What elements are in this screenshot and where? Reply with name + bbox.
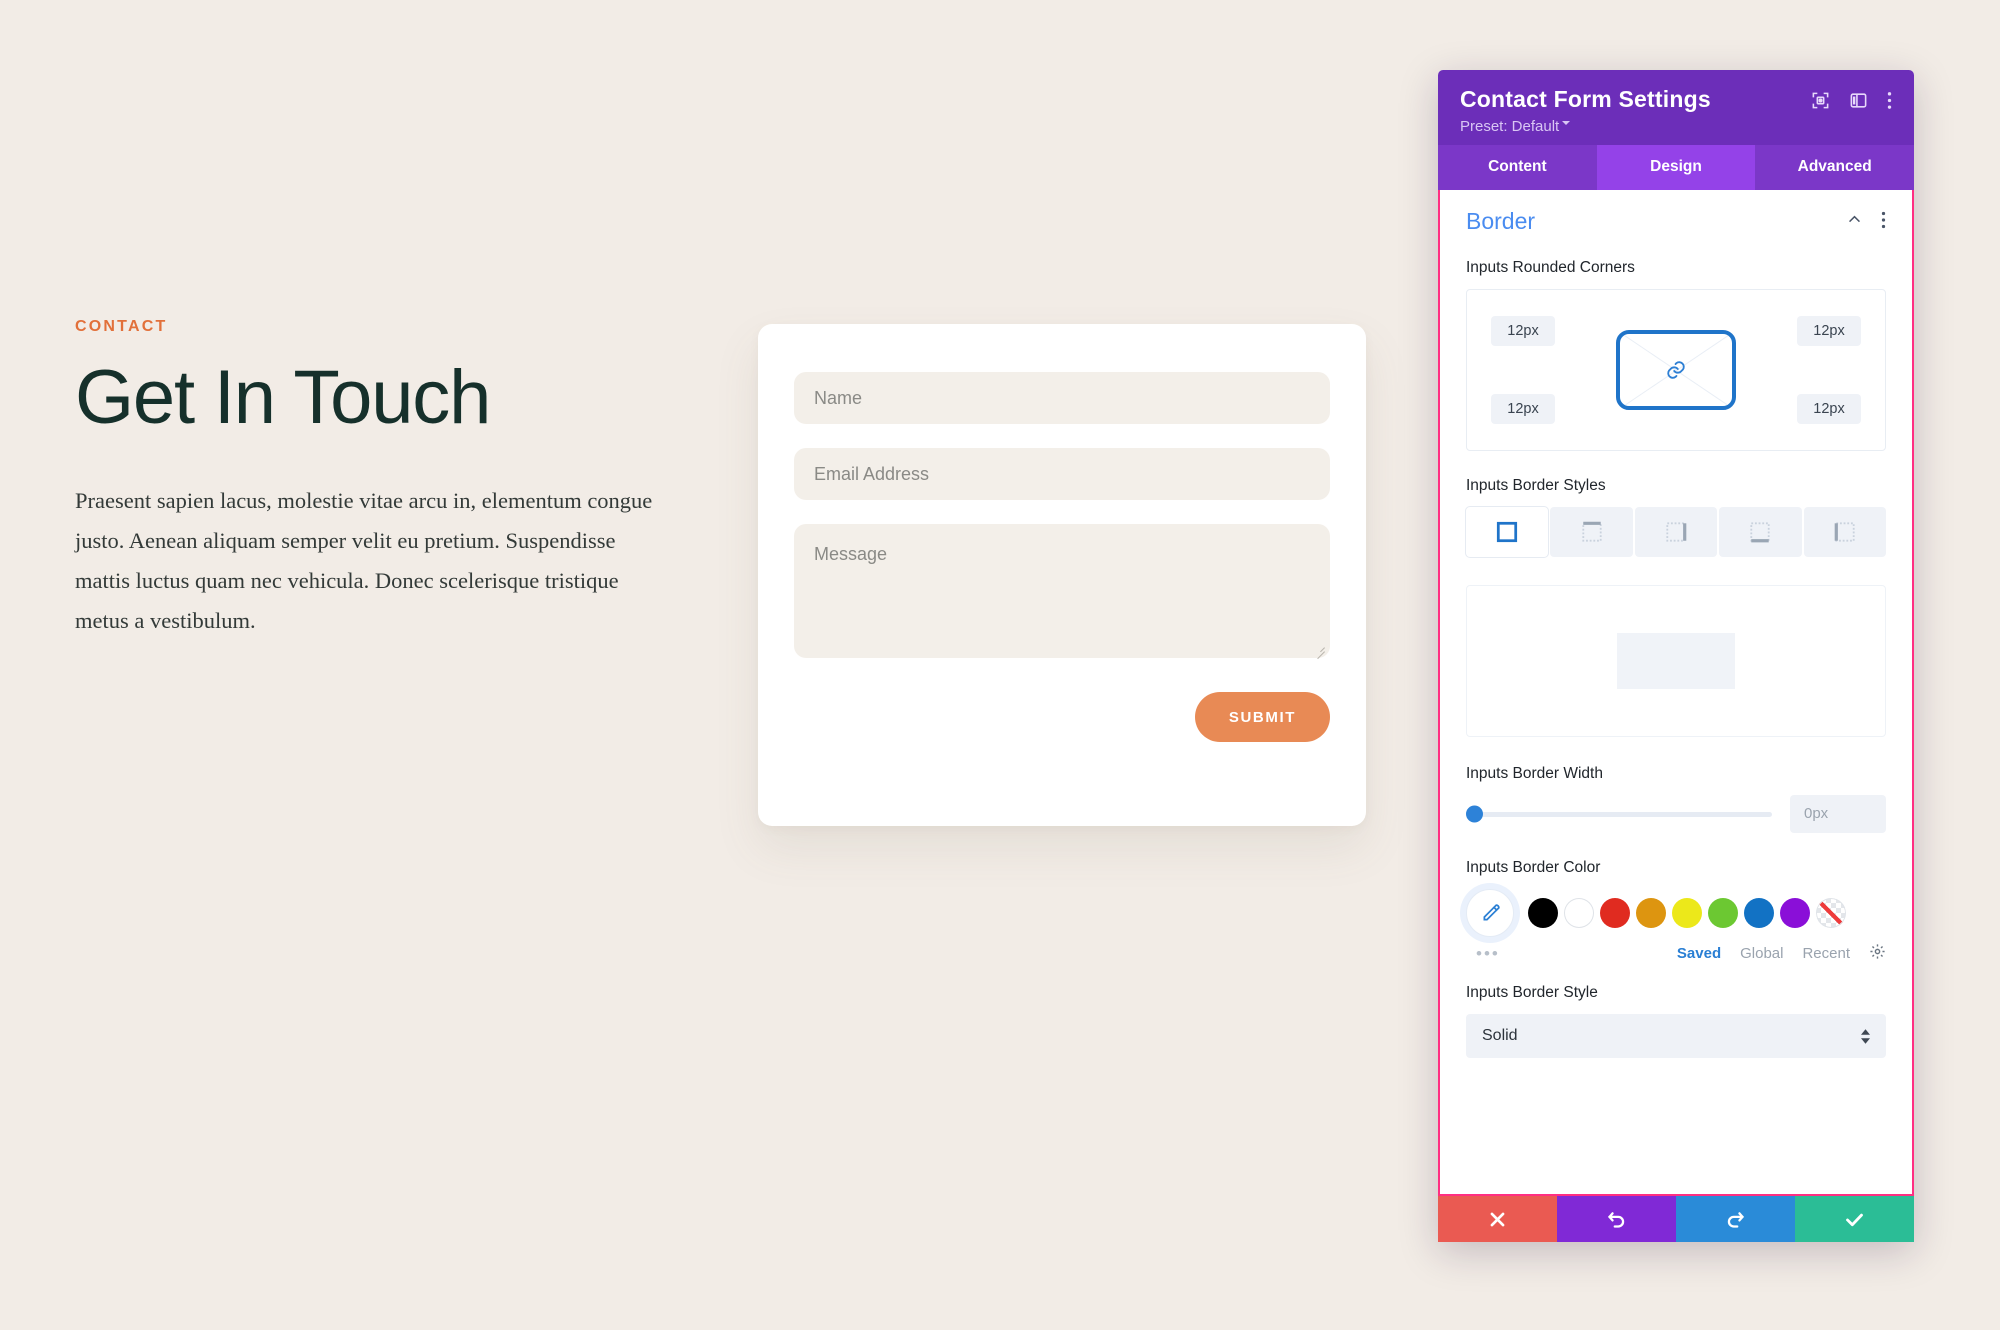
swatch-black[interactable] (1528, 898, 1558, 928)
panel-action-bar (1438, 1196, 1914, 1242)
border-style-label: Inputs Border Style (1466, 984, 1598, 1001)
corner-top-left-input[interactable]: 12px (1491, 316, 1555, 346)
target-icon[interactable] (1811, 91, 1830, 110)
border-width-value[interactable]: 0px (1790, 795, 1886, 833)
page-title: Get In Touch (75, 355, 491, 440)
panel-title: Contact Form Settings (1460, 86, 1711, 112)
border-styles-label: Inputs Border Styles (1466, 477, 1606, 494)
border-width-control: 0px (1466, 795, 1886, 833)
swatch-blue[interactable] (1744, 898, 1774, 928)
gear-icon[interactable] (1869, 943, 1886, 964)
border-style-bottom-side[interactable] (1719, 507, 1802, 557)
swatch-orange[interactable] (1636, 898, 1666, 928)
border-color-label: Inputs Border Color (1466, 859, 1601, 876)
cancel-button[interactable] (1438, 1196, 1557, 1242)
page-canvas: CONTACT Get In Touch Praesent sapien lac… (0, 0, 2000, 1330)
resize-handle-icon[interactable] (1313, 642, 1325, 660)
intro-paragraph: Praesent sapien lacus, molestie vitae ar… (75, 487, 653, 633)
border-width-slider[interactable] (1466, 805, 1772, 823)
chevron-up-icon[interactable] (1846, 211, 1863, 232)
preset-selector[interactable]: Preset: Default (1460, 118, 1892, 135)
border-styles-group (1466, 507, 1887, 557)
save-button[interactable] (1795, 1196, 1914, 1242)
tab-content[interactable]: Content (1438, 145, 1597, 190)
swatch-green[interactable] (1708, 898, 1738, 928)
message-textarea[interactable]: Message (794, 524, 1330, 660)
corner-top-right-input[interactable]: 12px (1797, 316, 1861, 346)
border-width-label: Inputs Border Width (1466, 765, 1603, 782)
swatch-purple[interactable] (1780, 898, 1810, 928)
panel-scroll-area: Border Inputs Rounded Corners 12px 12px (1440, 190, 1912, 1080)
slider-knob[interactable] (1466, 805, 1483, 823)
section-title: Border (1466, 208, 1536, 234)
rounded-corners-label: Inputs Rounded Corners (1466, 259, 1635, 276)
email-input[interactable]: Email Address (794, 448, 1330, 500)
border-section-header: Border (1466, 208, 1886, 235)
more-vertical-icon[interactable] (1881, 211, 1886, 233)
chevron-down-icon (1562, 121, 1571, 129)
border-style-top-side[interactable] (1550, 507, 1633, 557)
spinner-icon (1861, 1028, 1870, 1044)
submit-row: SUBMIT (794, 692, 1330, 742)
contact-form-card: Name Email Address Message SUBMIT (758, 324, 1366, 826)
intro-block: CONTACT Get In Touch Praesent sapien lac… (75, 318, 715, 641)
message-placeholder: Message (814, 544, 888, 564)
color-tab-global[interactable]: Global (1740, 945, 1783, 962)
link-icon[interactable] (1665, 359, 1687, 381)
border-style-left-side[interactable] (1803, 507, 1887, 557)
panel-tabs: Content Design Advanced (1438, 145, 1914, 190)
swatch-yellow[interactable] (1672, 898, 1702, 928)
more-vertical-icon[interactable] (1887, 91, 1892, 110)
panel-layout-icon[interactable] (1849, 91, 1868, 110)
swatch-white[interactable] (1564, 898, 1594, 928)
corner-preview-shape (1616, 330, 1736, 410)
corner-bottom-right-input[interactable]: 12px (1797, 394, 1861, 424)
swatch-transparent[interactable] (1816, 898, 1846, 928)
color-tab-recent[interactable]: Recent (1802, 945, 1850, 962)
preset-label: Preset: Default (1460, 118, 1560, 135)
more-colors-button[interactable]: ••• (1466, 944, 1500, 964)
panel-body: Border Inputs Rounded Corners 12px 12px (1438, 190, 1914, 1196)
border-style-select[interactable]: Solid (1466, 1014, 1886, 1058)
redo-button[interactable] (1676, 1196, 1795, 1242)
border-preview-box (1466, 585, 1886, 737)
border-style-right-side[interactable] (1634, 507, 1718, 557)
color-swatch-row (1466, 889, 1886, 937)
tab-design[interactable]: Design (1596, 145, 1756, 190)
submit-button[interactable]: SUBMIT (1194, 692, 1330, 742)
color-meta-row: ••• Saved Global Recent (1466, 943, 1886, 964)
panel-header: Contact Form Settings Preset: Default (1438, 70, 1914, 145)
color-tab-saved[interactable]: Saved (1677, 945, 1721, 962)
swatch-red[interactable] (1600, 898, 1630, 928)
panel-scrollbar[interactable] (1913, 620, 1914, 1110)
settings-panel: Contact Form Settings Preset: Default Co… (1438, 70, 1914, 1242)
border-style-value: Solid (1482, 1027, 1518, 1044)
name-input[interactable]: Name (794, 372, 1330, 424)
undo-button[interactable] (1557, 1196, 1676, 1242)
tab-advanced[interactable]: Advanced (1755, 145, 1914, 190)
eyebrow-label: CONTACT (75, 318, 168, 335)
rounded-corners-control: 12px 12px 12px 12px (1466, 289, 1886, 451)
border-preview-shape (1617, 633, 1735, 689)
border-style-all-sides[interactable] (1466, 507, 1549, 557)
corner-bottom-left-input[interactable]: 12px (1491, 394, 1555, 424)
eyedropper-icon[interactable] (1466, 889, 1514, 937)
